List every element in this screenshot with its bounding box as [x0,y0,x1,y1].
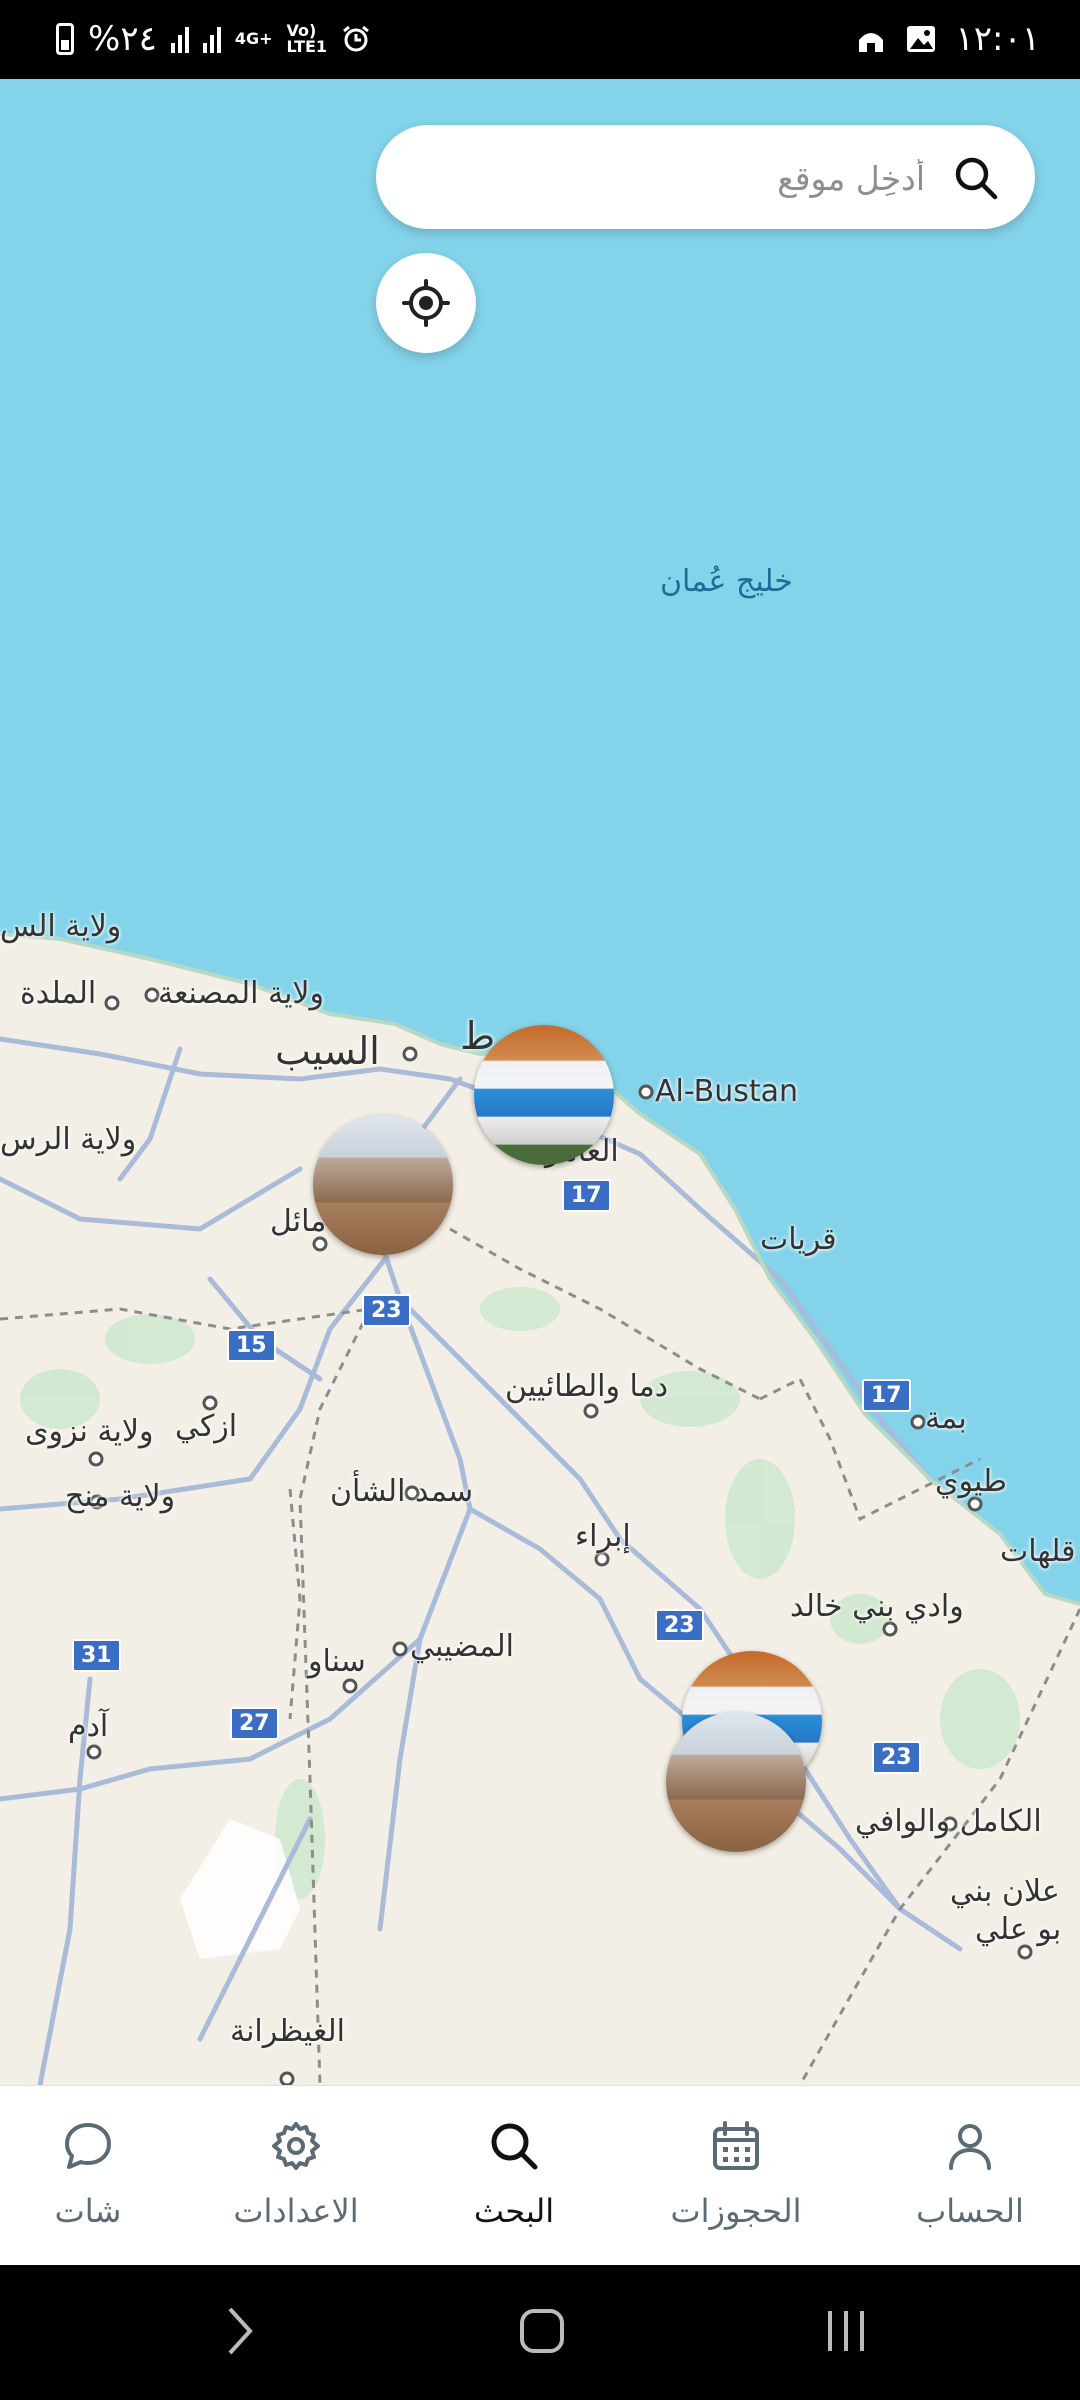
system-nav-bar [0,2265,1080,2400]
map-label: الكامل والوافي [855,1804,1042,1839]
map-label: دما والطائيين [505,1369,669,1404]
map-view[interactable]: خليج عُمان ولاية الس الملدة ولاية المصنع… [0,79,1080,2085]
route-shield: 31 [72,1639,121,1672]
image-icon [907,26,936,52]
property-pin[interactable] [313,1115,453,1255]
map-label: وادي بني خالد [790,1589,964,1624]
map-label: ولاية الرس [0,1122,137,1157]
map-label: ولاية المصنعة [158,976,325,1011]
chat-icon [65,2123,111,2169]
nav-item-settings[interactable]: الاعدادات [196,2086,396,2266]
nav-label: البحث [473,2192,555,2230]
route-shield: 17 [562,1179,611,1212]
map-label: المضيبي [410,1629,514,1664]
map-label: ولاية نزوى [25,1414,154,1449]
clock: ١٢:٠١ [955,19,1040,59]
nav-label: الحجوزات [670,2192,802,2230]
sea-label: خليج عُمان [660,564,793,599]
map-label: إبراء [575,1519,631,1554]
status-right: ١٢:٠١ [855,18,1040,60]
property-pin[interactable] [474,1025,614,1165]
nav-item-search[interactable]: البحث [414,2086,614,2266]
map-label: علان بني [950,1874,1060,1909]
signal-icon-2 [202,25,221,53]
route-shield: 15 [227,1329,276,1362]
route-shield: 23 [655,1609,704,1642]
map-label: طيوي [935,1464,1007,1499]
search-icon [491,2123,538,2170]
map-label: بمة [925,1401,967,1436]
nav-item-account[interactable]: الحساب [870,2086,1070,2266]
map-label: الملدة [20,976,97,1011]
home-icon[interactable] [518,2307,566,2355]
crosshair-icon [402,279,450,327]
volte-indicator: Vo) LTE1 [287,23,328,55]
map-label: سناو [308,1644,366,1679]
map-label: السيب [275,1029,380,1073]
nav-item-bookings[interactable]: الحجوزات [636,2086,836,2266]
property-pin[interactable] [666,1712,806,1852]
map-label: بو علي [975,1912,1062,1947]
search-input[interactable] [443,125,927,231]
status-bar: %٢٤ 4G+ Vo) LTE1 ١٢:٠١ [0,0,1080,79]
nav-label: شات [54,2192,122,2230]
route-shield: 23 [872,1741,921,1774]
nav-label: الاعدادات [233,2192,359,2230]
nav-label: الحساب [916,2192,1024,2230]
network-type: 4G+ [234,29,273,48]
route-shield: 27 [230,1707,279,1740]
search-icon[interactable] [953,155,999,201]
signal-icon [170,25,189,53]
bottom-nav: شات الاعدادات البحث الحجوزات الحساب [0,2085,1080,2266]
nav-item-chat[interactable]: شات [0,2086,188,2266]
back-icon[interactable] [222,2305,258,2357]
status-left: %٢٤ 4G+ Vo) LTE1 [56,18,371,60]
map-label: آدم [68,1709,109,1744]
my-location-button[interactable] [376,253,476,353]
route-shield: 23 [362,1294,411,1327]
calendar-icon [713,2121,759,2170]
recents-icon[interactable] [822,2309,870,2353]
volte-bottom: LTE1 [286,37,328,56]
search-bar[interactable] [376,125,1035,231]
battery-icon [56,23,74,55]
battery-percent: %٢٤ [88,19,157,59]
alarm-icon [343,25,369,52]
map-label: Al-Bustan [655,1074,798,1109]
map-label: سمد الشأن [330,1474,474,1509]
map-label: ازكي [175,1409,238,1444]
map-label: قريات [760,1222,837,1257]
map-label: ولاية منح [65,1479,176,1514]
gear-icon [272,2122,320,2170]
mosque-icon [859,33,884,52]
person-icon [949,2124,991,2170]
map-label: الغيظرانة [230,2014,345,2049]
map-label: قلهات [1000,1534,1076,1569]
route-shield: 17 [862,1379,911,1412]
map-label: ولاية الس [0,909,122,944]
